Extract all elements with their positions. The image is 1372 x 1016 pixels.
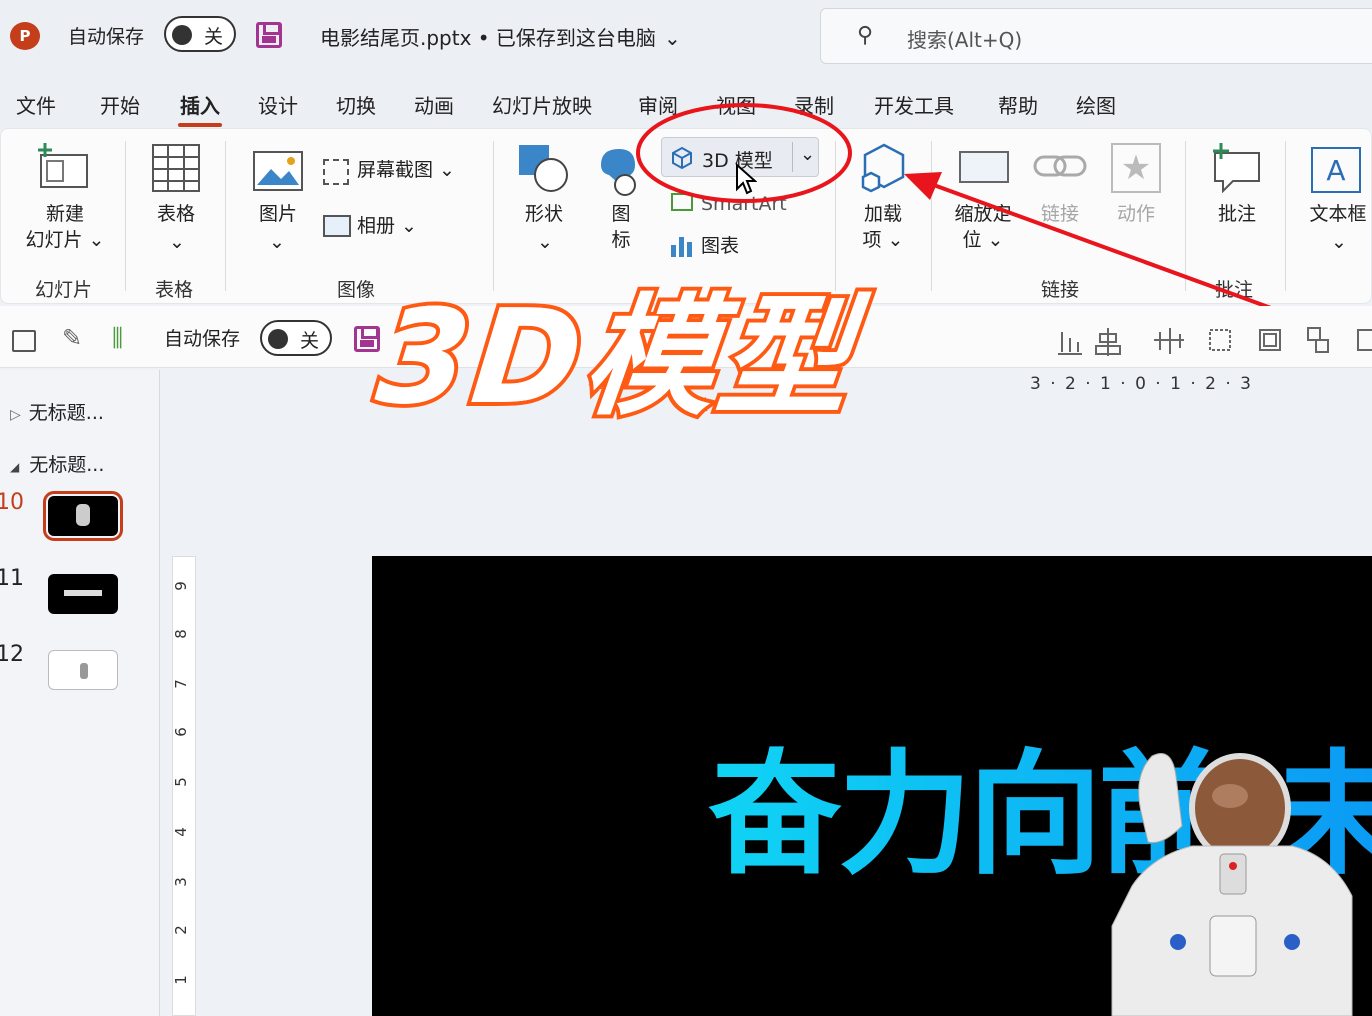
album-icon xyxy=(323,215,351,237)
toggle-knob xyxy=(172,25,192,45)
shapes-button[interactable]: 形状 xyxy=(515,201,573,227)
icons-button[interactable]: 图 标 xyxy=(601,201,641,253)
divider xyxy=(125,141,126,291)
group-label-slides: 幻灯片 xyxy=(35,279,93,301)
select-icon[interactable] xyxy=(12,330,36,352)
slide-number: 12 xyxy=(0,642,24,667)
slide-thumbnail-panel: ▷ 无标题... ◢ 无标题... 10 11 12 xyxy=(0,370,160,1016)
slide-thumbnail[interactable] xyxy=(48,574,118,614)
new-slide-button[interactable]: 新建 幻灯片 ⌄ xyxy=(17,201,113,253)
astronaut-3d-model[interactable] xyxy=(1092,746,1372,1016)
textbox-icon: A xyxy=(1311,147,1361,193)
horizontal-ruler: 3 · 2 · 1 · 0 · 1 · 2 · 3 xyxy=(1030,374,1253,394)
qat-autosave-state: 关 xyxy=(300,330,320,352)
qat-save-icon[interactable] xyxy=(354,326,380,352)
slide-thumbnail[interactable] xyxy=(48,650,118,690)
format-painter-icon[interactable]: ✎ xyxy=(62,324,82,352)
highlight-ellipse xyxy=(636,103,852,203)
astronaut-thumbnail-image xyxy=(76,504,90,526)
autosave-label: 自动保存 xyxy=(68,26,145,48)
tab-home[interactable]: 开始 xyxy=(100,90,140,119)
picture-icon xyxy=(253,151,303,191)
save-icon[interactable] xyxy=(256,22,282,48)
slide-number: 10 xyxy=(0,490,24,515)
tab-slideshow[interactable]: 幻灯片放映 xyxy=(492,90,592,119)
annotation-arrow xyxy=(904,172,1283,314)
section-expanded[interactable]: ◢ 无标题... xyxy=(10,450,104,477)
chevron-down-icon: ⌄ xyxy=(1331,231,1347,253)
tab-animations[interactable]: 动画 xyxy=(414,90,454,119)
tab-file[interactable]: 文件 xyxy=(16,90,56,119)
screenshot-button[interactable]: 屏幕截图 ⌄ xyxy=(357,157,455,183)
title-bar: P 自动保存 关 电影结尾页.pptx • 已保存到这台电脑 ⌄ ⚲ 搜索(Alt… xyxy=(0,0,1372,68)
align-tools-icons[interactable] xyxy=(1054,324,1372,358)
search-icon: ⚲ xyxy=(857,23,874,48)
slide-number: 11 xyxy=(0,566,24,591)
tab-design[interactable]: 设计 xyxy=(258,90,298,119)
slide-thumbnail[interactable] xyxy=(43,491,123,541)
album-button[interactable]: 相册 ⌄ xyxy=(357,213,417,239)
chevron-right-icon: ▷ xyxy=(10,407,21,423)
section-collapsed[interactable]: ▷ 无标题... xyxy=(10,398,104,425)
tab-help[interactable]: 帮助 xyxy=(998,90,1038,119)
group-label-table: 表格 xyxy=(155,279,194,301)
tab-draw[interactable]: 绘图 xyxy=(1076,90,1116,119)
qat-autosave-toggle[interactable]: 关 xyxy=(260,320,332,356)
tab-developer[interactable]: 开发工具 xyxy=(874,90,954,119)
powerpoint-logo-icon: P xyxy=(10,22,44,50)
autosave-state: 关 xyxy=(204,26,224,48)
overlay-banner: 3D模型 xyxy=(370,281,862,433)
divider xyxy=(225,141,226,291)
shapes-icon xyxy=(519,145,568,192)
screenshot-icon xyxy=(323,159,349,185)
tab-insert[interactable]: 插入 xyxy=(178,90,222,127)
vertical-ruler: 9 8 7 6 5 4 3 2 1 xyxy=(172,556,196,1016)
align-icon[interactable]: ⫼ xyxy=(112,324,123,352)
picture-button[interactable]: 图片 xyxy=(247,201,309,227)
tab-transitions[interactable]: 切换 xyxy=(336,90,376,119)
autosave-toggle[interactable]: 关 xyxy=(164,16,236,52)
slide-canvas[interactable]: 奋力向前 未来 xyxy=(372,556,1372,1016)
text-thumbnail-image xyxy=(64,590,102,596)
toggle-knob xyxy=(268,329,288,349)
chevron-down-icon: ⌄ xyxy=(269,231,285,253)
textbox-button[interactable]: 文本框 xyxy=(1303,201,1372,227)
document-title[interactable]: 电影结尾页.pptx • 已保存到这台电脑 ⌄ xyxy=(320,22,681,51)
chevron-down-icon: ◢ xyxy=(10,460,20,474)
qat-autosave-label: 自动保存 xyxy=(164,328,241,350)
astronaut-thumbnail-image xyxy=(80,663,88,679)
table-icon xyxy=(152,144,200,192)
new-slide-icon xyxy=(38,143,88,188)
group-label-images: 图像 xyxy=(337,279,376,301)
chevron-down-icon: ⌄ xyxy=(169,231,185,253)
search-input[interactable]: ⚲ 搜索(Alt+Q) xyxy=(820,8,1372,64)
table-button[interactable]: 表格 xyxy=(147,201,205,227)
chevron-down-icon: ⌄ xyxy=(663,26,681,50)
search-placeholder: 搜索(Alt+Q) xyxy=(907,28,1023,52)
